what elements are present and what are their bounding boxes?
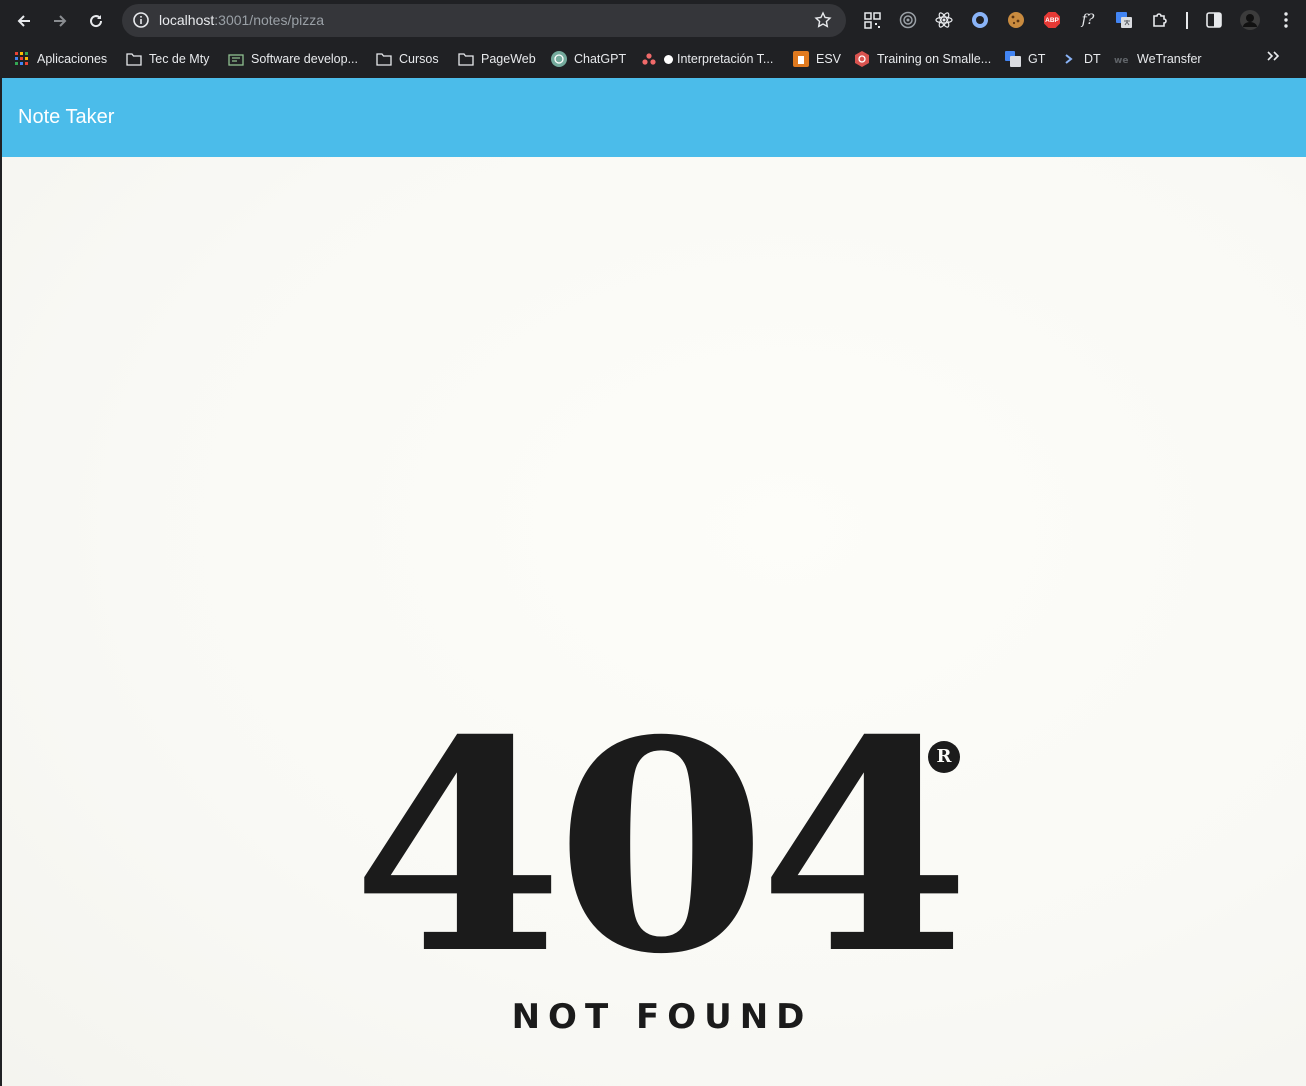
bookmark-label: Interpretación T... xyxy=(677,52,774,66)
toolbar-separator xyxy=(1186,12,1188,29)
app-title[interactable]: Note Taker xyxy=(18,106,114,129)
translate-icon xyxy=(1005,51,1021,67)
bookmark-label: ChatGPT xyxy=(574,52,627,66)
bookmark-label: Aplicaciones xyxy=(37,52,108,66)
bookmark-item-pageweb[interactable]: PageWeb xyxy=(458,50,536,68)
bookmark-item-chatgpt[interactable]: ChatGPT xyxy=(551,50,626,68)
wetransfer-icon: we xyxy=(1114,51,1130,67)
react-icon[interactable] xyxy=(934,10,954,30)
puzzle-icon[interactable] xyxy=(1150,10,1170,30)
bookmarks-bar: Aplicaciones Tec de Mty Software develop… xyxy=(0,41,1306,76)
reload-button[interactable] xyxy=(81,6,111,36)
forward-button[interactable] xyxy=(45,6,75,36)
arrow-right-icon xyxy=(54,15,67,27)
bookmark-item-training[interactable]: Training on Smalle... xyxy=(854,50,991,68)
folder-icon xyxy=(458,51,474,67)
app-header: Note Taker xyxy=(2,78,1306,157)
bookmark-item-wetransfer[interactable]: we WeTransfer xyxy=(1114,50,1202,68)
not-found-illustration: 404 R NOT FOUND xyxy=(2,157,1306,1086)
bookmark-label: Cursos xyxy=(399,52,439,66)
bookmark-label: PageWeb xyxy=(481,52,536,66)
adblock-label: ABP xyxy=(1045,16,1059,24)
browser-toolbar: localhost:3001/notes/pizza ABP f? xyxy=(0,0,1306,41)
error-message: NOT FOUND xyxy=(511,997,813,1037)
apps-grid-icon xyxy=(14,51,30,67)
registered-mark: R xyxy=(928,741,960,773)
url-text[interactable]: localhost:3001/notes/pizza xyxy=(159,12,324,28)
stackoverflow-icon xyxy=(228,51,244,67)
page-viewport: Note Taker 404 R NOT FOUND xyxy=(2,78,1306,1086)
bookmark-item-tec-de-mty[interactable]: Tec de Mty xyxy=(126,50,209,68)
function-label: f? xyxy=(1081,12,1095,28)
reload-icon xyxy=(90,15,103,28)
bookmark-label: ESV xyxy=(816,52,842,66)
bookmark-label: GT xyxy=(1028,52,1046,66)
translate-icon[interactable] xyxy=(1114,10,1134,30)
url-path: :3001/notes/pizza xyxy=(214,12,325,28)
asana-icon xyxy=(641,51,657,67)
bookmark-item-software-develop[interactable]: Software develop... xyxy=(228,50,358,68)
menu-icon[interactable] xyxy=(1276,10,1296,30)
bookmark-label: DT xyxy=(1084,52,1101,66)
sidepanel-icon[interactable] xyxy=(1204,10,1224,30)
bookmark-item-interpretacion[interactable]: Interpretación T... xyxy=(641,50,773,68)
error-code: 404 xyxy=(351,678,971,1018)
bookmark-item-gt[interactable]: GT xyxy=(1005,50,1045,68)
back-button[interactable] xyxy=(9,6,39,36)
bookmark-star-icon[interactable] xyxy=(814,11,832,29)
url-host: localhost xyxy=(159,12,215,28)
folder-icon xyxy=(376,51,392,67)
svg-text:we: we xyxy=(1114,56,1128,64)
profile-avatar[interactable] xyxy=(1240,10,1260,30)
training-icon xyxy=(854,51,870,67)
bookmark-item-dt[interactable]: DT xyxy=(1061,50,1101,68)
dt-icon xyxy=(1061,51,1077,67)
bookmark-item-aplicaciones[interactable]: Aplicaciones xyxy=(14,50,107,68)
status-dot xyxy=(664,54,673,64)
arrow-left-icon xyxy=(17,15,30,27)
site-info-icon[interactable] xyxy=(132,11,150,29)
address-bar[interactable]: localhost:3001/notes/pizza xyxy=(122,4,846,37)
bookmark-item-cursos[interactable]: Cursos xyxy=(376,50,439,68)
bookmark-label: Software develop... xyxy=(251,52,359,66)
function-icon[interactable]: f? xyxy=(1078,10,1098,30)
cookie-icon[interactable] xyxy=(1006,10,1026,30)
chevron-double-right-icon[interactable] xyxy=(1266,49,1280,63)
bookmark-label: Tec de Mty xyxy=(149,52,210,66)
bookmark-label: Training on Smalle... xyxy=(877,52,992,66)
qr-code-icon[interactable] xyxy=(862,10,882,30)
esv-icon xyxy=(793,51,809,67)
bookmark-item-esv[interactable]: ESV xyxy=(793,50,841,68)
chatgpt-icon xyxy=(551,51,567,67)
target-icon[interactable] xyxy=(898,10,918,30)
bookmark-label: WeTransfer xyxy=(1137,52,1202,66)
circle-ext-icon[interactable] xyxy=(970,10,990,30)
folder-icon xyxy=(126,51,142,67)
adblock-icon[interactable]: ABP xyxy=(1042,10,1062,30)
